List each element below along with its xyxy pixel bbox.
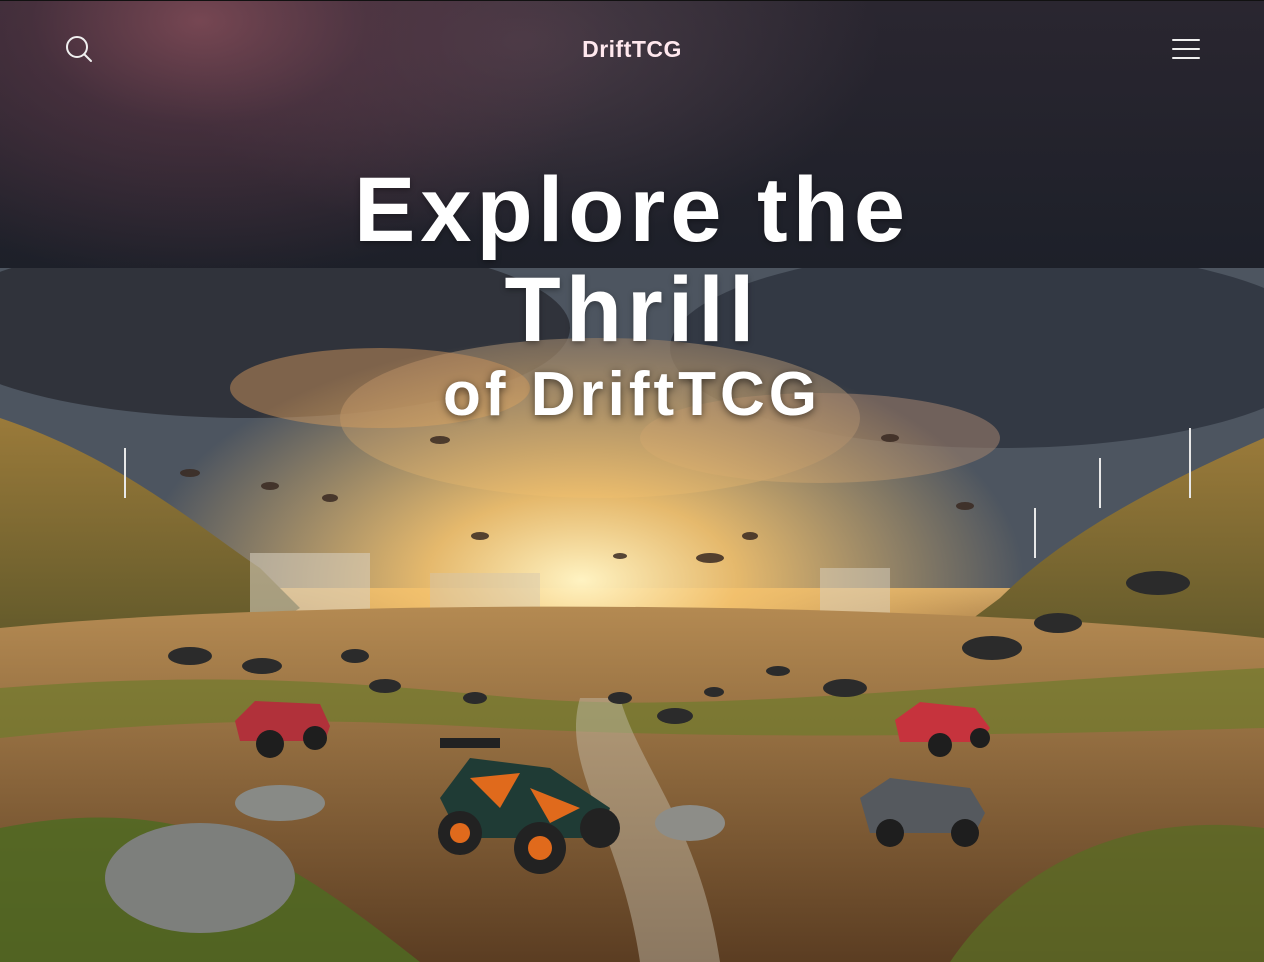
- hero-subtitle: of DriftTCG: [442, 360, 822, 429]
- hero-heading: Explore the Thrill of DriftTCG: [0, 160, 1264, 428]
- search-icon: [66, 36, 92, 62]
- menu-button[interactable]: [1168, 34, 1204, 64]
- top-navigation: DriftTCG: [0, 0, 1264, 98]
- hero-title: Explore the Thrill: [353, 159, 910, 361]
- search-button[interactable]: [62, 32, 96, 66]
- brand-logo-container: DriftTCG: [0, 36, 1264, 63]
- brand-logo[interactable]: DriftTCG: [582, 36, 682, 62]
